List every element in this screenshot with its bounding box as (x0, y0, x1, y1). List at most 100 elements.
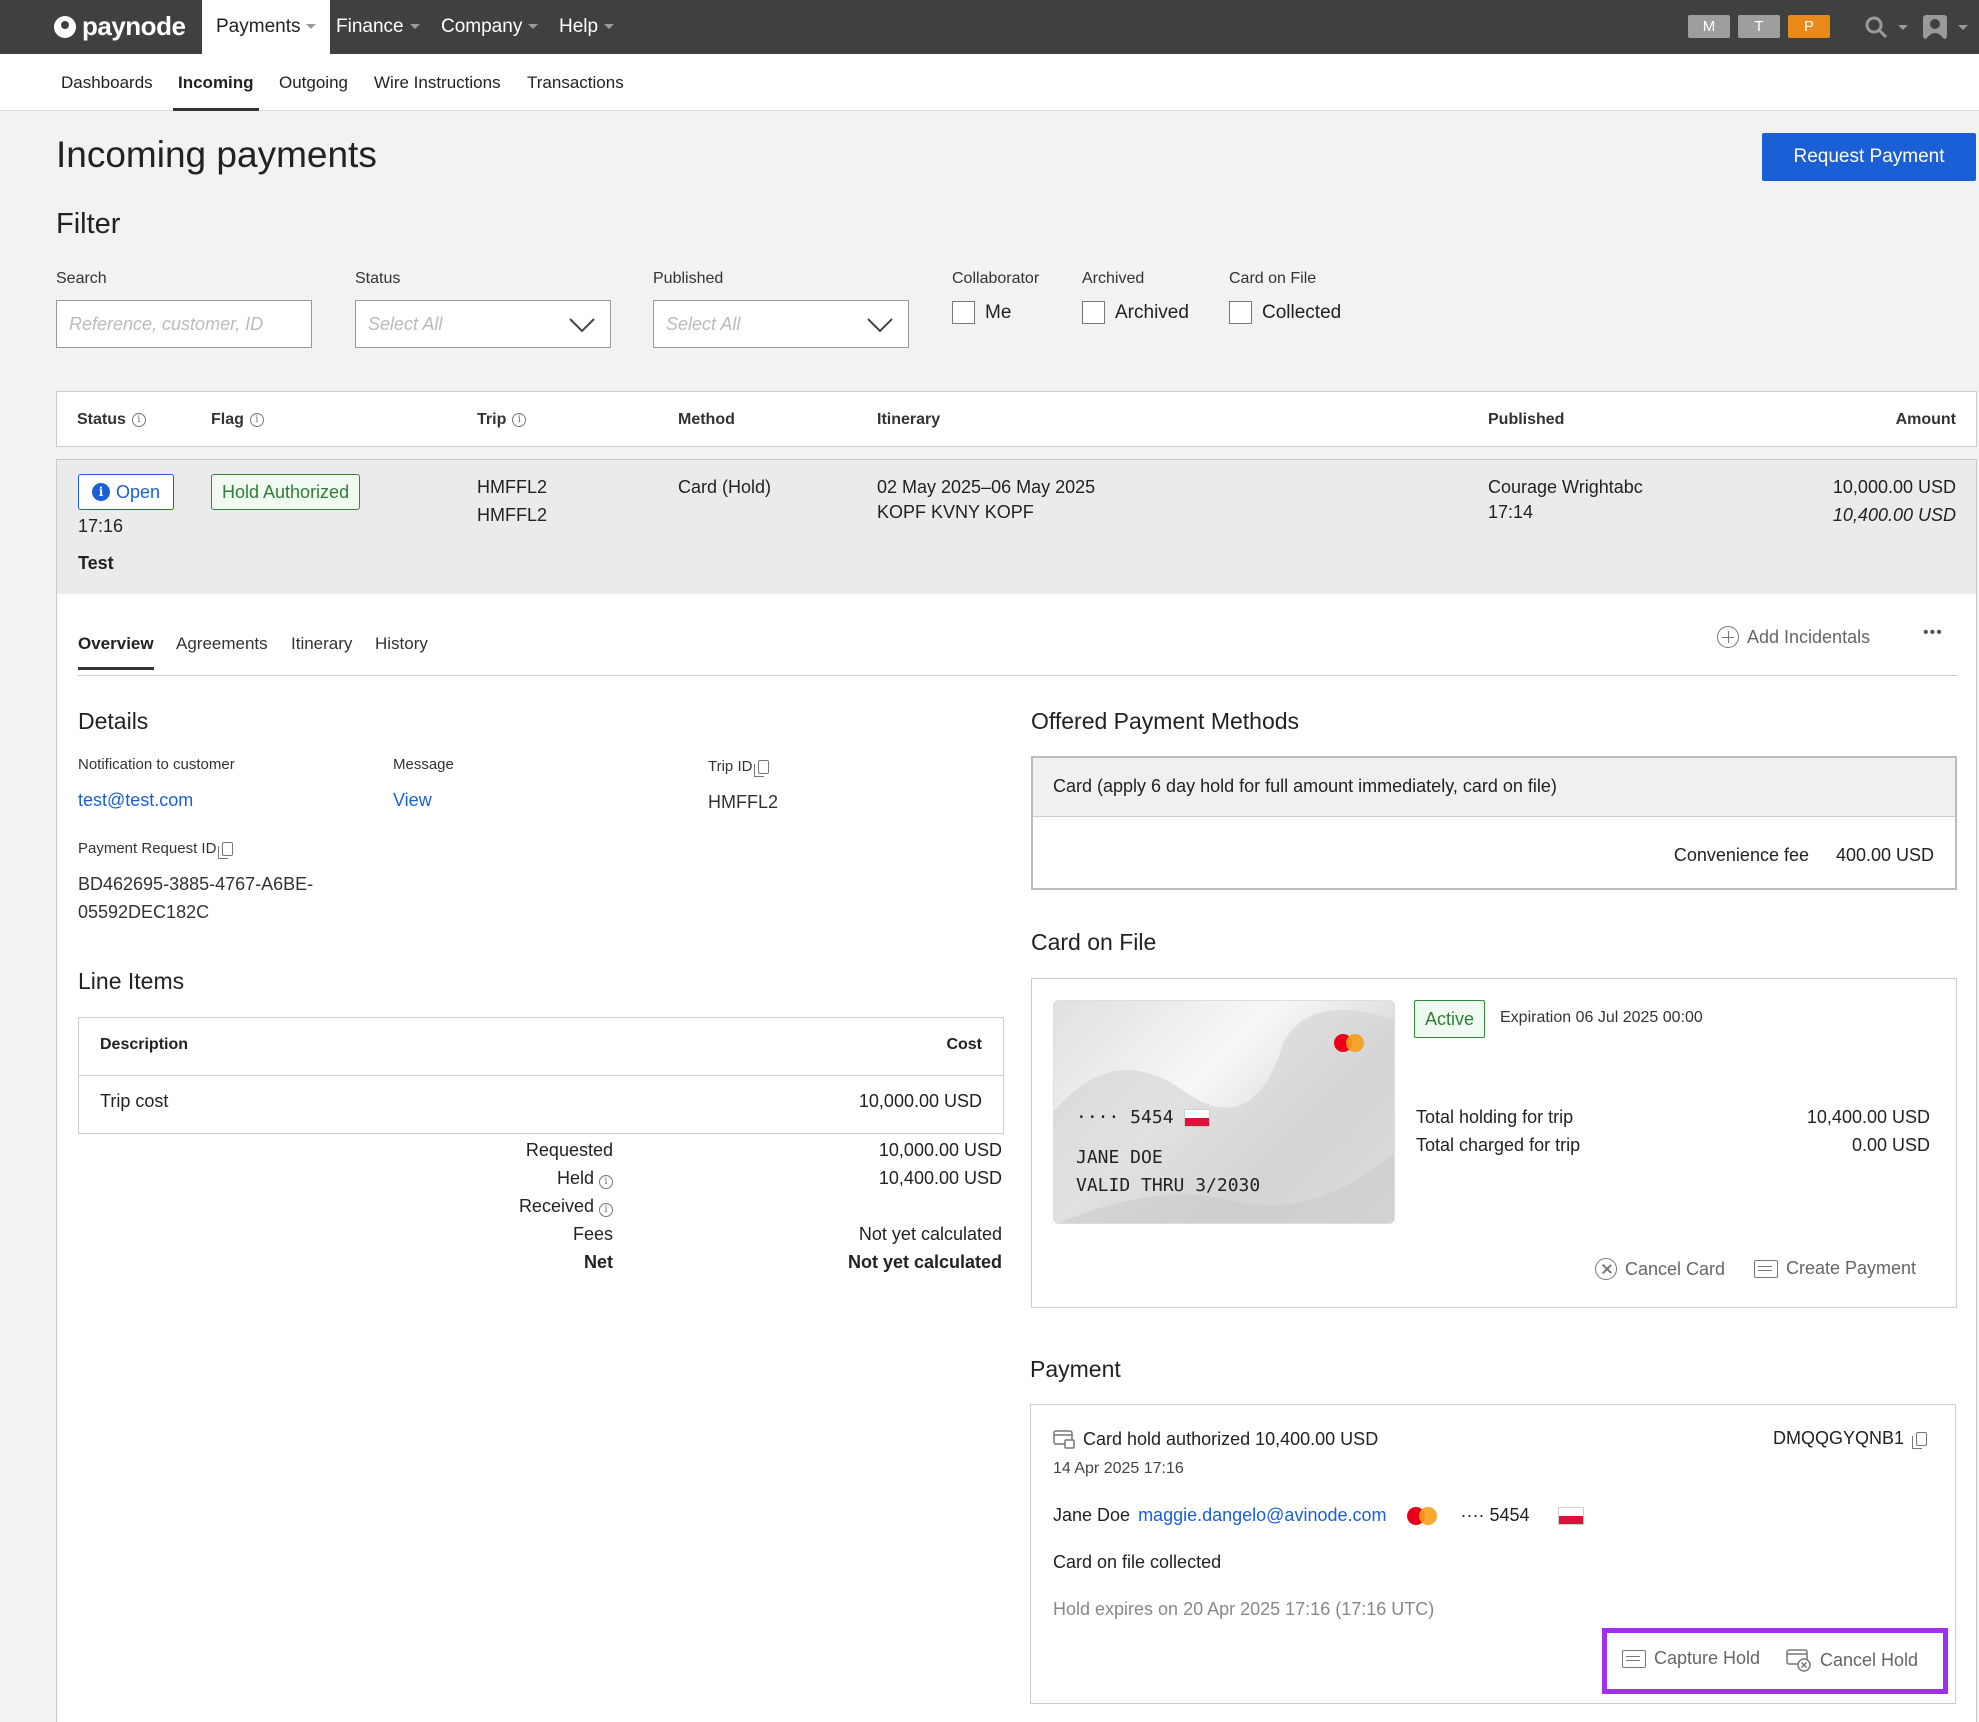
chevron-down-icon (1898, 24, 1908, 30)
copy-icon[interactable] (1912, 1431, 1927, 1449)
subnav-wire-instructions[interactable]: Wire Instructions (374, 54, 501, 111)
payer-name: Jane Doe (1053, 1505, 1131, 1525)
logo-icon (54, 15, 76, 38)
nav-help[interactable]: Help (545, 0, 628, 54)
env-badge-p[interactable]: P (1788, 15, 1830, 38)
header-published[interactable]: Published (1488, 411, 1564, 429)
add-incidentals-button[interactable]: Add Incidentals (1717, 626, 1870, 648)
held-value: 10,400.00 USD (878, 1168, 1002, 1188)
status-select[interactable]: Select All (355, 300, 611, 348)
chevron-down-icon (306, 24, 317, 30)
capture-hold-button[interactable]: Capture Hold (1622, 1648, 1760, 1669)
payments-table-header: Status i Flag i Trip i Method Itinerary Pub… (56, 391, 1977, 447)
trip-id-label: Trip ID (708, 758, 770, 778)
checkbox[interactable] (1082, 301, 1105, 324)
method: Card (Hold) (678, 477, 772, 497)
create-payment-button[interactable]: Create Payment (1754, 1258, 1916, 1279)
header-method[interactable]: Method (678, 411, 735, 429)
received-value (848, 1192, 1002, 1220)
info-icon[interactable]: i (599, 1203, 613, 1217)
published-select[interactable]: Select All (653, 300, 909, 348)
payment-date: 14 Apr 2025 17:16 (1053, 1460, 1184, 1477)
li-cost-header: Cost (946, 1036, 982, 1053)
li-desc-header: Description (100, 1036, 189, 1053)
subnav-transactions[interactable]: Transactions (527, 54, 624, 111)
hold-expires: Hold expires on 20 Apr 2025 17:16 (17:16… (1053, 1599, 1435, 1619)
summary-labels: Requested Held i Received i Fees Net (519, 1136, 613, 1276)
tab-itinerary[interactable]: Itinerary (291, 634, 352, 670)
cancel-card-button[interactable]: Cancel Card (1595, 1258, 1725, 1280)
published-label: Published (653, 270, 724, 287)
checkbox[interactable] (1229, 301, 1252, 324)
request-payment-button[interactable]: Request Payment (1762, 133, 1976, 181)
payer-card-number: ···· 5454 (1460, 1505, 1530, 1525)
paynode-logo[interactable]: paynode (54, 11, 186, 42)
tab-agreements[interactable]: Agreements (176, 634, 268, 670)
nav-payments[interactable]: Payments (202, 0, 331, 54)
info-icon[interactable]: i (249, 413, 264, 427)
payment-request-id-line1: BD462695-3885-4767-A6BE- (78, 874, 314, 894)
notification-email-link[interactable]: test@test.com (78, 790, 193, 811)
header-itinerary[interactable]: Itinerary (877, 411, 940, 429)
payment-request-id-line2: 05592DEC182C (78, 902, 210, 922)
offered-method-label: Card (apply 6 day hold for full amount i… (1053, 776, 1557, 796)
user-icon (1923, 15, 1947, 39)
plus-icon (1717, 626, 1739, 648)
nav-finance[interactable]: Finance (322, 0, 434, 54)
collaborator-me-checkbox[interactable]: Me (952, 301, 1011, 324)
poland-flag-icon (1557, 1506, 1584, 1525)
subnav-outgoing[interactable]: Outgoing (279, 54, 348, 111)
user-menu[interactable] (1922, 14, 1968, 40)
poland-flag-icon (1184, 1109, 1211, 1127)
published-by: Courage Wrightabc (1488, 477, 1643, 497)
amount-total: 10,400.00 USD (1832, 505, 1956, 525)
info-icon: i (91, 483, 110, 501)
table-row[interactable]: i Open 17:16 Test Hold Authorized HMFFL2 … (56, 459, 1977, 594)
payment-title: Payment (1030, 1356, 1121, 1382)
convenience-fee-value: 400.00 USD (1835, 845, 1934, 865)
info-icon[interactable]: i (512, 413, 527, 427)
top-navbar: paynode Payments Finance Company Help M … (0, 0, 1979, 54)
card-expiration: Expiration 06 Jul 2025 00:00 (1500, 1009, 1703, 1026)
card-on-file-label: Card on File (1229, 270, 1317, 287)
header-trip[interactable]: Trip i (477, 411, 527, 429)
collected-checkbox[interactable]: Collected (1229, 301, 1341, 324)
search-menu[interactable] (1864, 14, 1908, 40)
copy-icon[interactable] (754, 760, 770, 778)
total-holding-label: Total holding for trip (1416, 1107, 1574, 1127)
env-badge-t[interactable]: T (1738, 15, 1780, 38)
env-badge-m[interactable]: M (1688, 15, 1730, 38)
header-amount[interactable]: Amount (1896, 411, 1956, 429)
status-badge: i Open (78, 474, 174, 510)
li-item-desc: Trip cost (100, 1091, 169, 1111)
credit-card-icon (1622, 1649, 1646, 1668)
tab-history[interactable]: History (375, 634, 428, 670)
header-status[interactable]: Status i (77, 411, 146, 429)
page-title: Incoming payments (56, 134, 377, 175)
chevron-down-icon (1958, 24, 1968, 30)
subnav-dashboards[interactable]: Dashboards (61, 54, 153, 111)
card-status-badge: Active (1414, 1000, 1486, 1038)
info-icon[interactable]: i (131, 413, 146, 427)
info-icon[interactable]: i (599, 1175, 613, 1189)
status-label: Status (355, 270, 401, 287)
net-value: Not yet calculated (847, 1252, 1002, 1272)
details-title: Details (78, 708, 149, 734)
copy-icon[interactable] (218, 842, 234, 860)
subnav-incoming[interactable]: Incoming (173, 54, 259, 111)
more-options-button[interactable]: ••• (1923, 624, 1943, 642)
search-input[interactable]: Reference, customer, ID (56, 300, 312, 348)
search-label: Search (56, 270, 107, 287)
card-lock-icon (1053, 1430, 1075, 1449)
checkbox[interactable] (952, 301, 975, 324)
payer-email-link[interactable]: maggie.dangelo@avinode.com (1138, 1505, 1386, 1526)
cancel-icon (1595, 1258, 1617, 1280)
nav-company[interactable]: Company (427, 0, 552, 54)
header-flag[interactable]: Flag i (211, 411, 264, 429)
line-items-title: Line Items (78, 968, 185, 994)
card-on-file-collected: Card on file collected (1053, 1552, 1222, 1572)
archived-checkbox[interactable]: Archived (1082, 301, 1189, 324)
message-view-link[interactable]: View (393, 790, 432, 811)
tab-overview[interactable]: Overview (78, 634, 154, 670)
cancel-hold-button[interactable]: Cancel Hold (1786, 1648, 1918, 1672)
